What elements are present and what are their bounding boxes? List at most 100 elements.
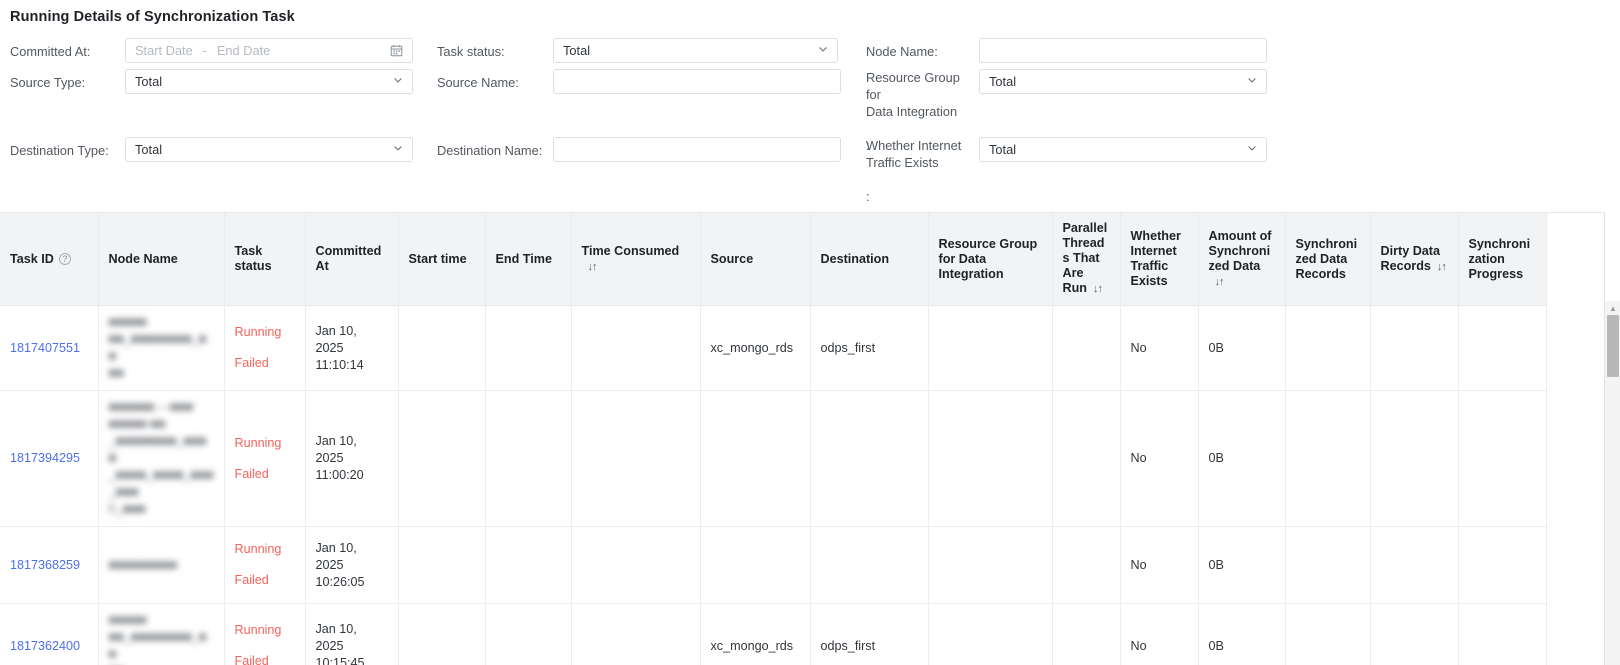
col-header-dirty-records[interactable]: Dirty Data Records↓↑ — [1370, 213, 1458, 306]
cell-resource-group — [928, 306, 1052, 391]
task-id-link[interactable]: 1817407551 — [10, 341, 80, 355]
col-header-committed-at[interactable]: Committed At — [305, 213, 398, 306]
source-name-label: Source Name: — [437, 74, 519, 91]
cell-time-consumed — [571, 306, 700, 391]
internet-traffic-select-wrap: Total — [979, 137, 1267, 162]
task-status-select[interactable]: Total — [553, 38, 838, 63]
col-header-data-records[interactable]: Synchronized Data Records — [1285, 213, 1370, 306]
cell-source: xc_mongo_rds — [700, 604, 810, 665]
task-status-value: Total — [563, 43, 590, 58]
cell-destination: odps_first — [810, 306, 928, 391]
cell-sync-progress — [1458, 391, 1546, 527]
resource-group-select[interactable]: Total — [979, 69, 1267, 94]
scroll-up-arrow-icon[interactable]: ▲ — [1605, 301, 1620, 315]
cell-resource-group — [928, 604, 1052, 665]
source-type-select-wrap: Total — [125, 69, 413, 94]
col-header-sync-progress[interactable]: Synchronization Progress — [1458, 213, 1546, 306]
cell-internet-traffic: No — [1120, 391, 1198, 527]
cell-time-consumed — [571, 527, 700, 604]
col-header-start-time[interactable]: Start time — [398, 213, 485, 306]
col-header-end-time[interactable]: End Time — [485, 213, 571, 306]
table-row[interactable]: 1817407551 ■■■■■ ■■_■■■■■■■■_■■ ■■ Runni… — [0, 306, 1546, 391]
table-vertical-scrollbar[interactable]: ▲ — [1604, 212, 1620, 665]
table-row[interactable]: 1817394295 ■■■■■■ —■■■ ■■■■■ ■■ _■■■■■■■… — [0, 391, 1546, 527]
resource-group-value: Total — [989, 74, 1016, 89]
col-header-amount-of-data[interactable]: Amount of Synchronized Data↓↑ — [1198, 213, 1285, 306]
help-icon[interactable]: ? — [59, 253, 71, 265]
cell-destination — [810, 391, 928, 527]
source-type-value: Total — [135, 74, 162, 89]
task-id-link[interactable]: 1817394295 — [10, 451, 80, 465]
sync-task-running-details-page: Running Details of Synchronization Task … — [0, 0, 1620, 665]
sort-icon[interactable]: ↓↑ — [1215, 275, 1224, 290]
col-header-source[interactable]: Source — [700, 213, 810, 306]
internet-traffic-select[interactable]: Total — [979, 137, 1267, 162]
cell-time-consumed — [571, 604, 700, 665]
cell-committed-at: Jan 10, 2025 10:15:45 — [305, 604, 398, 665]
sort-icon[interactable]: ↓↑ — [1437, 260, 1446, 275]
col-header-task-status[interactable]: Task status — [224, 213, 305, 306]
col-header-internet-traffic[interactable]: Whether Internet Traffic Exists — [1120, 213, 1198, 306]
cell-task-id[interactable]: 1817362400 — [0, 604, 98, 665]
table-row[interactable]: 1817362400 ■■■■■ ■■_■■■■■■■■_■■ ■■ Runni… — [0, 604, 1546, 665]
cell-destination: odps_first — [810, 604, 928, 665]
status-failed: Failed — [235, 466, 295, 483]
task-id-link[interactable]: 1817368259 — [10, 558, 80, 572]
destination-type-label: Destination Type: — [10, 142, 109, 159]
status-failed: Failed — [235, 653, 295, 665]
scrollbar-thumb[interactable] — [1607, 315, 1619, 377]
cell-node-name: ■■■■■■■■■ — [98, 527, 224, 604]
cell-task-id[interactable]: 1817407551 — [0, 306, 98, 391]
table-row[interactable]: 1817368259 ■■■■■■■■■ Running Failed Jan 1… — [0, 527, 1546, 604]
cell-amount-of-data: 0B — [1198, 306, 1285, 391]
cell-end-time — [485, 391, 571, 527]
cell-task-id[interactable]: 1817368259 — [0, 527, 98, 604]
internet-traffic-value: Total — [989, 142, 1016, 157]
node-name-input[interactable] — [979, 38, 1267, 63]
cell-sync-progress — [1458, 527, 1546, 604]
sort-icon[interactable]: ↓↑ — [588, 260, 597, 275]
destination-type-value: Total — [135, 142, 162, 157]
cell-data-records — [1285, 306, 1370, 391]
col-header-resource-group[interactable]: Resource Group for Data Integration — [928, 213, 1052, 306]
status-running: Running — [235, 541, 295, 558]
node-name-label: Node Name: — [866, 43, 938, 60]
col-header-task-id[interactable]: Task ID? — [0, 213, 98, 306]
cell-task-id[interactable]: 1817394295 — [0, 391, 98, 527]
cell-committed-at: Jan 10, 2025 10:26:05 — [305, 527, 398, 604]
page-title: Running Details of Synchronization Task — [10, 9, 295, 25]
end-date-placeholder[interactable]: End Date — [217, 43, 270, 58]
cell-source — [700, 527, 810, 604]
cell-internet-traffic: No — [1120, 527, 1198, 604]
col-header-node-name[interactable]: Node Name — [98, 213, 224, 306]
table-body: 1817407551 ■■■■■ ■■_■■■■■■■■_■■ ■■ Runni… — [0, 306, 1546, 665]
destination-type-select[interactable]: Total — [125, 137, 413, 162]
cell-resource-group — [928, 391, 1052, 527]
start-date-placeholder[interactable]: Start Date — [135, 43, 193, 58]
cell-task-status: RunningFailed — [224, 604, 305, 665]
node-name-redacted: ■■■■■ ■■_■■■■■■■■_■■ ■■ — [109, 315, 207, 380]
destination-name-input[interactable] — [553, 137, 841, 162]
cell-dirty-records — [1370, 527, 1458, 604]
table-header-row: Task ID? Node Name Task status Committed… — [0, 213, 1546, 306]
cell-source: xc_mongo_rds — [700, 306, 810, 391]
sort-icon[interactable]: ↓↑ — [1093, 282, 1102, 297]
source-name-input[interactable] — [553, 69, 841, 94]
col-header-parallel-threads[interactable]: Parallel Threads That Are Run↓↑ — [1052, 213, 1120, 306]
committed-at-label: Committed At: — [10, 43, 90, 60]
source-type-select[interactable]: Total — [125, 69, 413, 94]
col-header-destination[interactable]: Destination — [810, 213, 928, 306]
committed-at-daterange[interactable]: Start Date - End Date — [125, 38, 413, 63]
cell-start-time — [398, 604, 485, 665]
task-id-link[interactable]: 1817362400 — [10, 639, 80, 653]
cell-task-status: Running Failed — [224, 527, 305, 604]
calendar-icon[interactable] — [390, 44, 403, 57]
cell-internet-traffic: No — [1120, 604, 1198, 665]
cell-dirty-records — [1370, 391, 1458, 527]
cell-committed-at: Jan 10, 2025 11:10:14 — [305, 306, 398, 391]
cell-dirty-records — [1370, 604, 1458, 665]
col-header-time-consumed[interactable]: Time Consumed↓↑ — [571, 213, 700, 306]
running-details-table-container[interactable]: Task ID? Node Name Task status Committed… — [0, 212, 1620, 665]
status-failed: Failed — [235, 572, 295, 589]
cell-node-name: ■■■■■ ■■_■■■■■■■■_■■ ■■ — [98, 604, 224, 665]
